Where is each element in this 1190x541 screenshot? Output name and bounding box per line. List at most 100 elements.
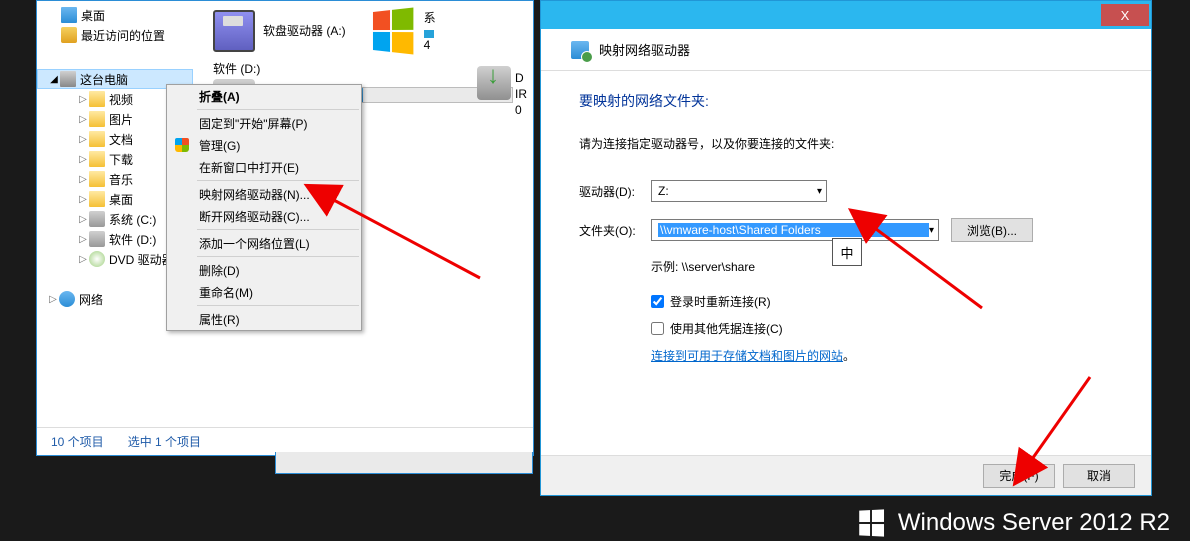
partial-text: D	[515, 70, 527, 86]
floppy-drive-item[interactable]: 软盘驱动器 (A:)	[213, 10, 346, 52]
dvd-icon	[89, 251, 105, 267]
status-items: 10 个项目	[51, 433, 104, 450]
ctx-label: 固定到"开始"屏幕(P)	[199, 115, 308, 132]
menu-separator	[197, 109, 359, 110]
tree-label: 文档	[109, 131, 133, 148]
ctx-label: 折叠(A)	[199, 88, 240, 105]
annotation-arrow	[1020, 372, 1100, 475]
tree-recent[interactable]: 最近访问的位置	[37, 25, 193, 45]
drive-icon	[89, 231, 105, 247]
annotation-arrow	[320, 188, 490, 291]
close-button[interactable]: X	[1101, 4, 1149, 26]
expand-arrow-icon[interactable]: ▷	[77, 134, 89, 145]
reconnect-checkbox[interactable]	[651, 295, 664, 308]
dialog-title-text: 映射网络驱动器	[599, 40, 690, 59]
dialog-heading: 要映射的网络文件夹:	[579, 91, 1113, 111]
download-icon	[477, 66, 511, 100]
tree-desktop[interactable]: 桌面	[37, 5, 193, 25]
period: 。	[843, 349, 855, 363]
drive-row: 驱动器(D): Z: ▾	[579, 180, 1113, 202]
recent-icon	[61, 27, 77, 43]
ctx-collapse[interactable]: 折叠(A)	[167, 85, 361, 107]
ctx-label: 映射网络驱动器(N)...	[199, 186, 310, 203]
floppy-icon	[213, 10, 255, 52]
folder-label: 文件夹(O):	[579, 222, 651, 239]
link-row: 连接到可用于存储文档和图片的网站。	[651, 347, 1113, 364]
dialog-instruction: 请为连接指定驱动器号，以及你要连接的文件夹:	[579, 135, 1113, 152]
tree-label: 桌面	[109, 191, 133, 208]
tree-label: 这台电脑	[80, 71, 128, 88]
shield-icon	[175, 138, 189, 152]
menu-separator	[197, 305, 359, 306]
dialog-header: 映射网络驱动器	[541, 29, 1151, 71]
ctx-label: 在新窗口中打开(E)	[199, 159, 299, 176]
windows-logo-icon	[859, 509, 884, 536]
other-creds-label: 使用其他凭据连接(C)	[670, 320, 783, 337]
dialog-titlebar[interactable]: X	[541, 1, 1151, 29]
expand-arrow-icon[interactable]: ▷	[77, 194, 89, 205]
tree-label: 桌面	[81, 7, 105, 24]
expand-arrow-icon[interactable]: ▷	[77, 94, 89, 105]
partial-text: IR	[515, 86, 527, 102]
ctx-manage[interactable]: 管理(G)	[167, 134, 361, 156]
folder-icon	[89, 91, 105, 107]
system-drive-item[interactable]: 系 4	[370, 9, 436, 52]
folder-icon	[89, 171, 105, 187]
drive-icon	[89, 211, 105, 227]
menu-separator	[197, 180, 359, 181]
partial-text: 0	[515, 102, 527, 118]
expand-arrow-icon[interactable]: ▷	[77, 174, 89, 185]
ctx-new-window[interactable]: 在新窗口中打开(E)	[167, 156, 361, 178]
ctx-label: 管理(G)	[199, 137, 240, 154]
tree-label: 最近访问的位置	[81, 27, 165, 44]
status-bar: 10 个项目 选中 1 个项目	[37, 427, 533, 455]
tree-label: 视频	[109, 91, 133, 108]
ctx-properties[interactable]: 属性(R)	[167, 308, 361, 330]
desktop-icon	[61, 7, 77, 23]
windows-flag-icon	[373, 7, 413, 54]
expand-arrow-icon[interactable]: ▷	[77, 214, 89, 225]
drive-label: 软盘驱动器 (A:)	[263, 22, 346, 39]
storage-link[interactable]: 连接到可用于存储文档和图片的网站	[651, 349, 843, 363]
network-icon	[59, 291, 75, 307]
tree-label: 网络	[79, 291, 103, 308]
ctx-label: 属性(R)	[199, 311, 240, 328]
expand-arrow-icon[interactable]: ▷	[77, 234, 89, 245]
expand-arrow-icon[interactable]: ▷	[77, 154, 89, 165]
drive-label: 驱动器(D):	[579, 183, 651, 200]
folder-icon	[89, 151, 105, 167]
ctx-label: 断开网络驱动器(C)...	[199, 208, 310, 225]
other-creds-row: 使用其他凭据连接(C)	[651, 320, 1113, 337]
branding-text: Windows Server 2012 R2	[898, 509, 1170, 537]
reconnect-label: 登录时重新连接(R)	[670, 293, 771, 310]
drive-label-partial: 系	[424, 9, 436, 26]
drive-combo[interactable]: Z: ▾	[651, 180, 827, 202]
chevron-down-icon: ▾	[817, 186, 822, 197]
expand-arrow-icon[interactable]: ▷	[77, 254, 89, 265]
folder-icon	[89, 131, 105, 147]
ime-indicator[interactable]: 中	[832, 238, 862, 266]
expand-arrow-icon[interactable]: ◢	[48, 74, 60, 85]
drive-value: Z:	[658, 184, 669, 198]
status-selected: 选中 1 个项目	[128, 433, 201, 450]
tree-label: 软件 (D:)	[109, 231, 156, 248]
map-drive-icon	[571, 41, 589, 59]
ctx-pin[interactable]: 固定到"开始"屏幕(P)	[167, 112, 361, 134]
ctx-label: 添加一个网络位置(L)	[199, 235, 310, 252]
drive-cap-partial: 4	[424, 38, 436, 52]
tree-label: 下载	[109, 151, 133, 168]
other-creds-checkbox[interactable]	[651, 322, 664, 335]
expand-arrow-icon[interactable]: ▷	[47, 294, 59, 305]
tree-label: 音乐	[109, 171, 133, 188]
dialog-body: 要映射的网络文件夹: 请为连接指定驱动器号，以及你要连接的文件夹: 驱动器(D)…	[541, 71, 1151, 384]
close-icon: X	[1121, 8, 1130, 23]
background-window-sliver	[275, 452, 533, 474]
folder-icon	[89, 191, 105, 207]
os-branding: Windows Server 2012 R2	[858, 509, 1170, 537]
tree-label: 图片	[109, 111, 133, 128]
expand-arrow-icon[interactable]: ▷	[77, 114, 89, 125]
annotation-arrow	[862, 218, 992, 321]
folder-icon	[89, 111, 105, 127]
ime-text: 中	[840, 243, 853, 262]
ctx-label: 重命名(M)	[199, 284, 253, 301]
